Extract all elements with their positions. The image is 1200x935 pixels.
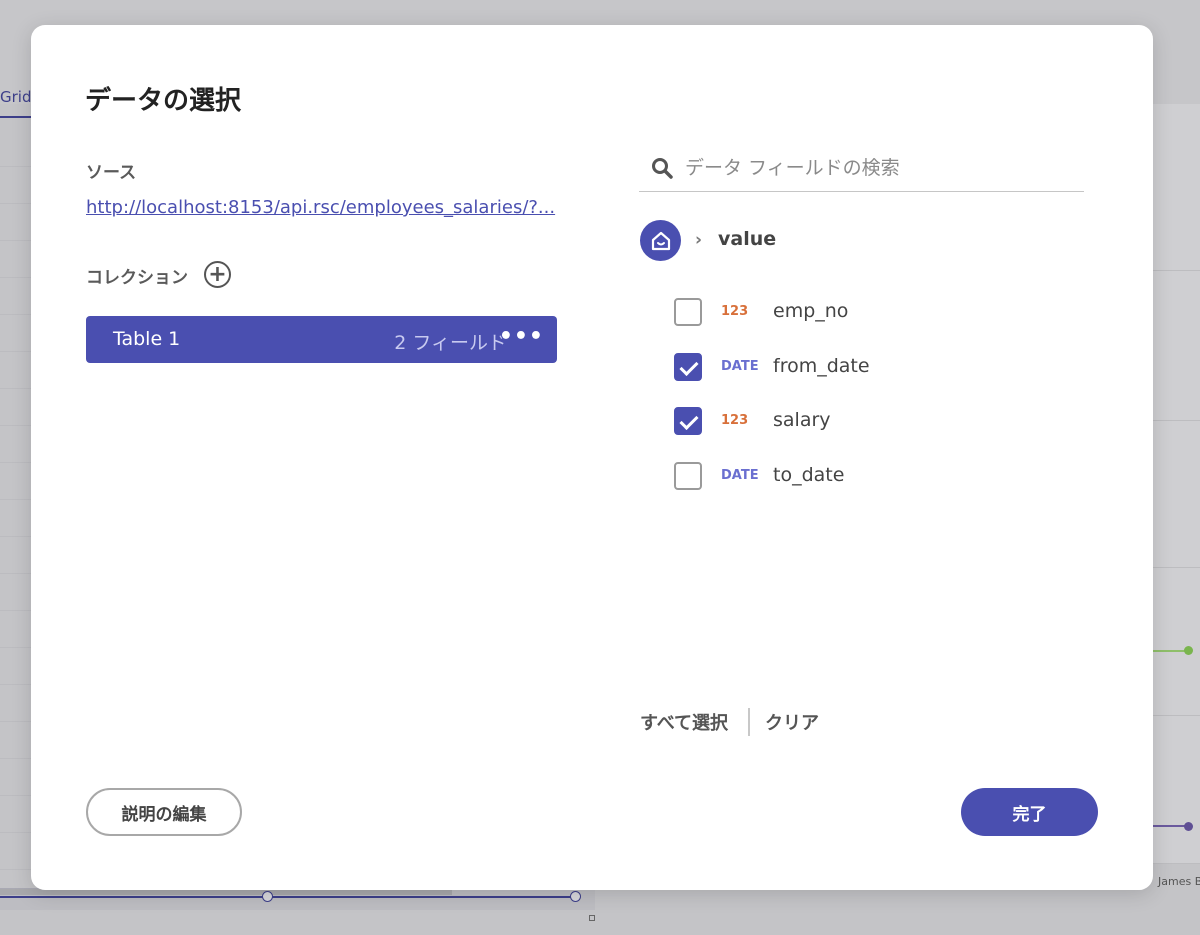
- background-series-line: [1152, 825, 1188, 827]
- background-series-point: [1184, 646, 1193, 655]
- background-range-handle: [262, 891, 273, 902]
- date-type-icon: DATE: [721, 359, 759, 374]
- background-grid-tab: Grid: [0, 84, 34, 118]
- field-row-from-date[interactable]: DATE from_date: [674, 353, 1074, 383]
- breadcrumb-current[interactable]: value: [718, 228, 776, 250]
- search-icon: [651, 157, 673, 183]
- collection-label: コレクション: [86, 268, 188, 288]
- source-label: ソース: [86, 163, 137, 183]
- field-checkbox[interactable]: [674, 298, 702, 326]
- background-gridline: [1152, 715, 1200, 716]
- field-search-input[interactable]: [685, 153, 1075, 183]
- field-checkbox[interactable]: [674, 407, 702, 435]
- field-name: from_date: [773, 355, 870, 377]
- field-name: salary: [773, 409, 831, 431]
- background-gridline: [1152, 420, 1200, 421]
- home-icon[interactable]: [640, 220, 681, 261]
- dialog-title: データの選択: [85, 86, 242, 116]
- background-range-track: [0, 896, 578, 898]
- field-search-box: [639, 147, 1084, 192]
- background-series-point: [1184, 822, 1193, 831]
- select-all-link[interactable]: すべて選択: [640, 709, 728, 735]
- date-type-icon: DATE: [721, 468, 759, 483]
- background-gridline: [1152, 270, 1200, 271]
- number-type-icon: 123: [721, 413, 749, 428]
- background-gridline: [1152, 863, 1200, 864]
- field-checkbox[interactable]: [674, 462, 702, 490]
- clear-link[interactable]: クリア: [765, 709, 819, 735]
- background-range-handle: [570, 891, 581, 902]
- collection-field-count: 2 フィールド: [394, 332, 507, 354]
- background-series-line: [1152, 650, 1188, 652]
- background-chart-area: [1152, 104, 1200, 864]
- background-axis-label: James B: [1158, 875, 1200, 888]
- source-url-link[interactable]: http://localhost:8153/api.rsc/employees_…: [86, 197, 561, 218]
- chevron-right-icon: ›: [695, 230, 703, 250]
- collection-name: Table 1: [113, 328, 181, 350]
- field-row-salary[interactable]: 123 salary: [674, 407, 1074, 437]
- field-name: to_date: [773, 464, 845, 486]
- divider: [748, 708, 750, 736]
- background-gridline: [1152, 567, 1200, 568]
- edit-description-button[interactable]: 説明の編集: [86, 788, 242, 836]
- add-collection-icon[interactable]: +: [204, 261, 231, 288]
- done-button[interactable]: 完了: [961, 788, 1098, 836]
- background-gridlines: [0, 130, 31, 880]
- number-type-icon: 123: [721, 304, 749, 319]
- more-options-icon[interactable]: •••: [499, 324, 544, 349]
- field-row-to-date[interactable]: DATE to_date: [674, 462, 1074, 492]
- field-checkbox[interactable]: [674, 353, 702, 381]
- field-row-emp-no[interactable]: 123 emp_no: [674, 298, 1074, 328]
- background-resize-handle: [589, 915, 595, 921]
- field-name: emp_no: [773, 300, 849, 322]
- select-data-dialog: データの選択 ソース http://localhost:8153/api.rsc…: [31, 25, 1153, 890]
- collection-item-table-1[interactable]: Table 1 2 フィールド •••: [86, 316, 557, 363]
